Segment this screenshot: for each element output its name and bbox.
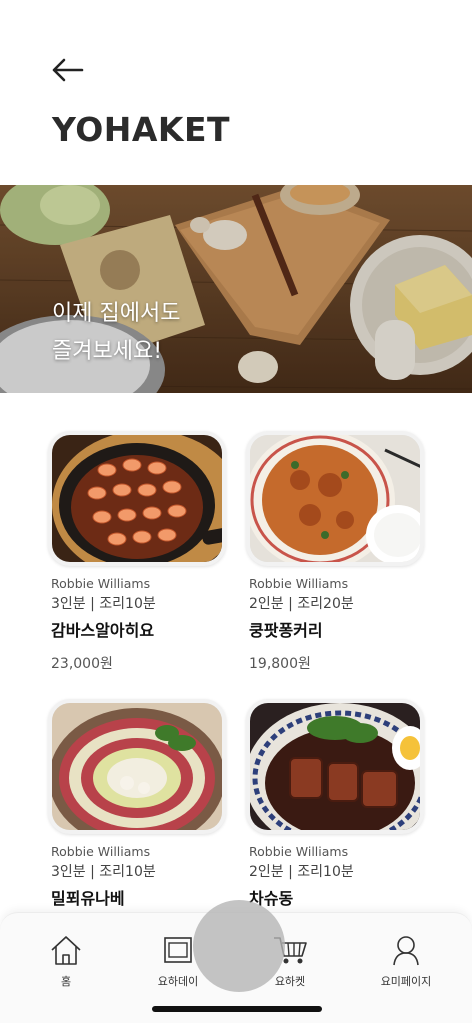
calendar-icon: [164, 937, 192, 963]
product-author: Robbie Williams: [51, 844, 151, 859]
product-card[interactable]: Robbie Williams 3인분 | 조리10분 밀푀유나베: [48, 699, 228, 909]
product-price: 23,000원: [51, 656, 113, 672]
tab-home-label: 홈: [60, 975, 72, 988]
hero-banner[interactable]: 이제 집에서도 즐겨보세요!: [0, 185, 472, 393]
product-meta: 2인분 | 조리20분: [249, 596, 354, 612]
product-image-chashu: [246, 699, 424, 834]
product-author: Robbie Williams: [249, 844, 349, 859]
back-button[interactable]: [50, 56, 84, 84]
tab-mypage[interactable]: 요미페이지: [356, 933, 456, 989]
brand-title: YOHAKET: [52, 110, 231, 149]
banner-line-2: 즐겨보세요!: [52, 339, 163, 364]
product-meta: 3인분 | 조리10분: [51, 596, 156, 612]
product-name: 감바스알아히요: [51, 621, 155, 640]
product-image-nabe: [48, 699, 226, 834]
product-card[interactable]: Robbie Williams 2인분 | 조리20분 쿵팟퐁커리 19,800…: [246, 431, 426, 673]
product-price: 19,800원: [249, 656, 311, 672]
product-author: Robbie Williams: [51, 576, 151, 591]
product-meta: 3인분 | 조리10분: [51, 864, 156, 880]
product-image-curry: [246, 431, 424, 566]
user-icon: [393, 936, 419, 966]
arrow-left-icon: [52, 58, 84, 82]
product-meta: 2인분 | 조리10분: [249, 864, 354, 880]
banner-line-1: 이제 집에서도: [52, 301, 181, 326]
product-name: 차슈동: [249, 889, 294, 908]
product-card[interactable]: Robbie Williams 3인분 | 조리10분 감바스알아히요 23,0…: [48, 431, 228, 673]
product-name: 쿵팟퐁커리: [249, 621, 323, 640]
product-card[interactable]: Robbie Williams 2인분 | 조리10분 차슈동: [246, 699, 426, 909]
banner-headline: 이제 집에서도 즐겨보세요!: [52, 295, 180, 371]
tab-mypage-label: 요미페이지: [380, 975, 432, 988]
product-image-gambas: [48, 431, 226, 566]
tab-home[interactable]: 홈: [16, 933, 116, 989]
product-author: Robbie Williams: [249, 576, 349, 591]
touch-indicator: [193, 900, 285, 992]
home-icon: [51, 936, 81, 965]
product-name: 밀푀유나베: [51, 889, 125, 908]
home-indicator[interactable]: [152, 1006, 322, 1012]
